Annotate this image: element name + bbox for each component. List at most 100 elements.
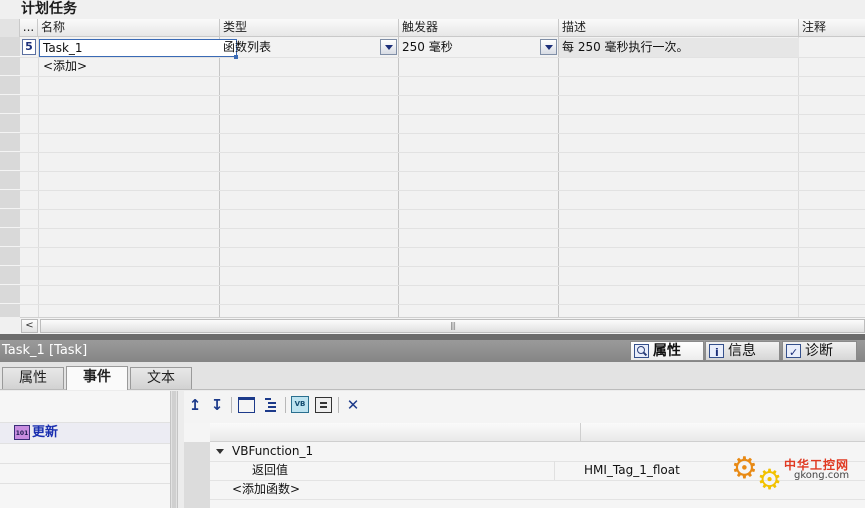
scroll-thumb[interactable]: ||| [40, 319, 865, 333]
row-header-column [0, 37, 20, 317]
list-line [320, 406, 327, 408]
scheduled-tasks-pane: 计划任务 ... 名称 类型 触发器 描述 注释 5 Task_1 函数列表 2… [0, 0, 865, 335]
grid-line [20, 133, 865, 134]
toolbar-separator [285, 397, 286, 413]
scroll-left-button[interactable]: < [21, 319, 38, 333]
row-divider [0, 56, 20, 57]
add-task-row[interactable]: <添加> [20, 57, 87, 76]
panel-resize-handle[interactable] [170, 391, 178, 508]
horizontal-scrollbar[interactable]: < ||| [20, 317, 865, 334]
row-divider [0, 170, 20, 171]
grid-line [398, 37, 399, 317]
gear-icon: ⚙ [731, 451, 758, 486]
list-divider [0, 463, 170, 464]
column-menu-button[interactable]: ... [20, 19, 38, 37]
list-indent-icon[interactable] [262, 397, 279, 413]
column-header-description[interactable]: 描述 [559, 19, 799, 37]
grid-line [20, 228, 865, 229]
row-divider [0, 151, 20, 152]
grid-line [20, 152, 865, 153]
grid-line [20, 247, 865, 248]
update-event-icon [14, 425, 30, 440]
function-list-header [210, 423, 865, 442]
inspector-header: Task_1 [Task] 属性 信息 诊断 [0, 340, 865, 362]
grid-line [20, 285, 865, 286]
row-divider [0, 265, 20, 266]
row-divider [0, 75, 20, 76]
subtab-properties[interactable]: 属性 [2, 367, 64, 389]
event-item-label: 更新 [32, 425, 59, 440]
column-header-trigger[interactable]: 触发器 [399, 19, 559, 37]
grid-line [20, 190, 865, 191]
task-description-value: 每 250 毫秒执行一次。 [559, 38, 799, 57]
subtab-events[interactable]: 事件 [66, 366, 128, 390]
grid-line [20, 209, 865, 210]
magnifier-icon [634, 344, 649, 358]
toolbar-separator [231, 397, 232, 413]
page-title: 计划任务 [21, 1, 77, 17]
table-row[interactable]: 5 Task_1 函数列表 250 毫秒 每 250 毫秒执行一次。 [20, 38, 865, 59]
paste-icon[interactable] [315, 397, 332, 413]
function-name: VBFunction_1 [232, 444, 314, 458]
column-header-name[interactable]: 名称 [38, 19, 220, 37]
collapse-icon[interactable] [216, 449, 224, 454]
grid-line [20, 57, 865, 58]
row-divider [0, 94, 20, 95]
parameter-label: 返回值 [252, 463, 289, 477]
grid-line [554, 461, 555, 480]
inspector-subtabs: 属性 事件 文本 [0, 362, 865, 390]
tab-diagnostics[interactable]: 诊断 [782, 341, 857, 362]
delete-button[interactable]: ✕ [344, 396, 362, 414]
tab-properties[interactable]: 属性 [630, 341, 704, 361]
toolbar-separator [338, 397, 339, 413]
task-type-value[interactable]: 函数列表 [220, 38, 380, 57]
vb-script-icon[interactable]: VB [291, 396, 309, 413]
grid-line [20, 304, 865, 305]
row-divider [0, 246, 20, 247]
row-divider [0, 227, 20, 228]
grid-line [798, 37, 799, 317]
tasks-table-header: ... 名称 类型 触发器 描述 注释 [0, 19, 865, 37]
tab-info[interactable]: 信息 [705, 341, 780, 362]
gear-icon: ⚙ [757, 463, 783, 496]
event-item-update[interactable]: 更新 [0, 423, 170, 443]
function-list-toolbar: ↥ ↧ VB ✕ [184, 391, 865, 419]
list-line [268, 402, 276, 404]
folder-icon[interactable] [238, 397, 255, 413]
add-function-link[interactable]: <添加函数> [232, 480, 300, 499]
row-divider [0, 189, 20, 190]
move-up-button[interactable]: ↥ [186, 396, 204, 414]
row-header-column [184, 442, 210, 508]
list-divider [0, 443, 170, 444]
watermark-text-en: gkong.com [794, 470, 850, 481]
watermark-logo: ⚙ ⚙ 中华工控网 gkong.com [727, 448, 865, 508]
tab-diagnostics-label: 诊断 [805, 343, 833, 359]
row-divider [0, 284, 20, 285]
row-number-badge[interactable]: 5 [22, 39, 36, 55]
grid-line [20, 95, 865, 96]
task-trigger-value[interactable]: 250 毫秒 [399, 38, 539, 57]
grid-line [20, 76, 865, 77]
tab-info-label: 信息 [728, 343, 756, 359]
info-icon [709, 344, 724, 362]
column-header-comment[interactable]: 注释 [799, 19, 865, 37]
type-dropdown-button[interactable] [380, 39, 397, 55]
row-divider [0, 113, 20, 114]
list-line [320, 402, 327, 404]
grid-line [20, 114, 865, 115]
parameter-value[interactable]: HMI_Tag_1_float [584, 461, 680, 480]
list-line [268, 406, 276, 408]
tasks-table: ... 名称 类型 触发器 描述 注释 5 Task_1 函数列表 250 毫秒… [0, 19, 865, 317]
header-divider [580, 423, 581, 442]
column-header-type[interactable]: 类型 [220, 19, 399, 37]
header-spacer [0, 19, 20, 37]
trigger-dropdown-button[interactable] [540, 39, 557, 55]
grid-line [20, 171, 865, 172]
row-divider [0, 208, 20, 209]
tab-properties-label: 属性 [653, 343, 681, 359]
task-name-input[interactable]: Task_1 [39, 39, 237, 57]
subtab-text[interactable]: 文本 [130, 367, 192, 389]
row-divider [0, 303, 20, 304]
move-down-button[interactable]: ↧ [208, 396, 226, 414]
grid-line [38, 37, 39, 317]
